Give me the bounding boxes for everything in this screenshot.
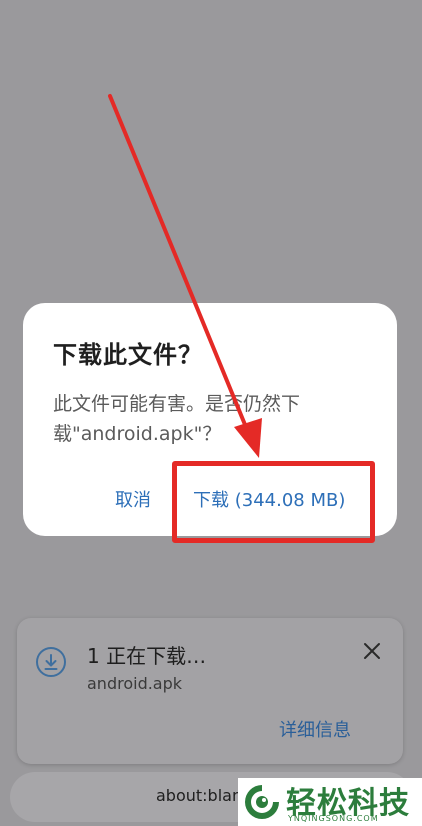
close-icon[interactable] — [361, 640, 383, 662]
download-icon — [36, 647, 66, 677]
watermark-logo-icon — [245, 785, 279, 819]
watermark: 轻松科技 YNQINGSONG.COM — [238, 778, 422, 826]
dialog-title: 下载此文件？ — [53, 341, 203, 369]
watermark-domain: YNQINGSONG.COM — [288, 814, 379, 823]
notification-filename: android.apk — [87, 674, 183, 693]
download-notification: 1 正在下载… android.apk 详细信息 — [17, 618, 403, 764]
annotation-highlight-box — [172, 461, 375, 543]
dialog-message: 此文件可能有害。是否仍然下载"android.apk"？ — [53, 393, 301, 445]
details-button[interactable]: 详细信息 — [279, 716, 351, 742]
notification-title: 1 正在下载… — [87, 644, 207, 668]
cancel-button[interactable]: 取消 — [115, 486, 151, 512]
